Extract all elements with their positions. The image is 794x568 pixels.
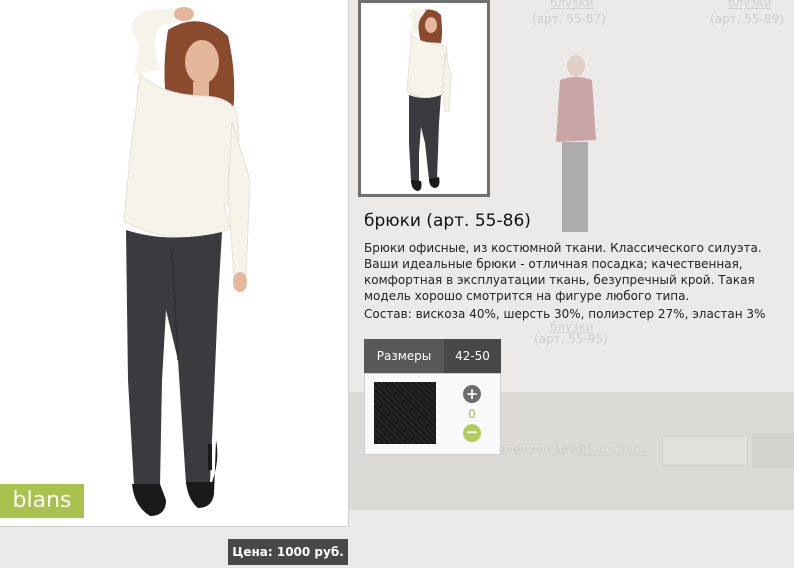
plus-icon[interactable]: + xyxy=(463,385,481,403)
bg-product-link[interactable]: блузки xyxy=(728,0,772,10)
size-range: 42-50 xyxy=(444,339,501,373)
fabric-swatch xyxy=(374,382,436,444)
product-title: брюки (арт. 55-86) xyxy=(364,211,531,231)
quantity-value: 0 xyxy=(468,407,476,421)
product-main-photo[interactable]: blans xyxy=(0,0,349,527)
bg-footer-link[interactable]: «25-й кадр» xyxy=(572,443,648,457)
product-composition: Состав: вискоза 40%, шерсть 30%, полиэст… xyxy=(364,307,766,321)
model-photo xyxy=(0,0,348,526)
bg-product-article: (арт. 55-95) xyxy=(534,332,608,346)
minus-icon[interactable]: − xyxy=(463,424,481,442)
bg-product-image[interactable] xyxy=(540,50,610,240)
product-description: Брюки офисные, из костюмной ткани. Класс… xyxy=(364,241,762,303)
sizes-header: Размеры xyxy=(364,339,444,373)
bg-search-button[interactable] xyxy=(752,433,794,467)
bg-search-input[interactable] xyxy=(662,436,748,466)
bg-product-link[interactable]: блузки xyxy=(550,0,594,10)
brand-logo: blans xyxy=(0,484,84,518)
sizes-body: + 0 − xyxy=(364,373,501,455)
sizes-widget: Размеры 42-50 + 0 − xyxy=(364,339,501,455)
bg-product-article: (арт. 55-87) xyxy=(532,12,606,26)
price-tag: Цена: 1000 руб. xyxy=(228,539,348,565)
thumbnail-image xyxy=(361,3,487,194)
product-thumbnail[interactable] xyxy=(358,0,490,197)
bg-product-article: (арт. 55-89) xyxy=(710,12,784,26)
